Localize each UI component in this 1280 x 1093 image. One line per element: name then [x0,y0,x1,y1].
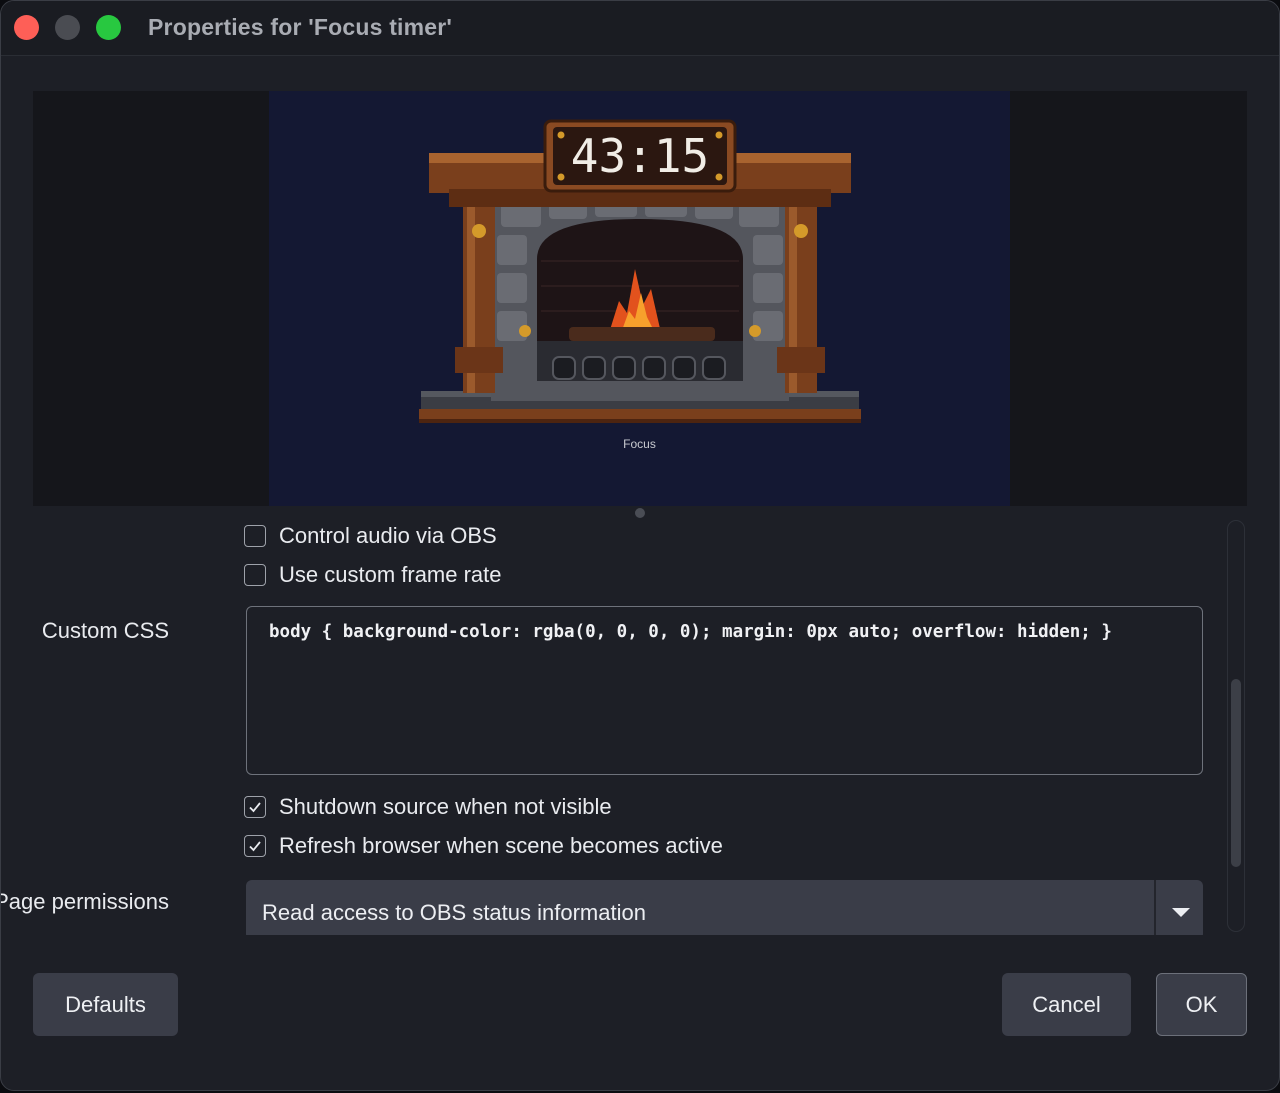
window-title: Properties for 'Focus timer' [148,14,453,40]
defaults-button[interactable]: Defaults [33,973,178,1036]
properties-scrollbar-thumb[interactable] [1231,679,1241,867]
timer-display: 43:15 [570,129,710,183]
preview-splitter-handle[interactable] [635,508,645,518]
checkmark-icon [249,802,261,813]
control-audio-row[interactable]: Control audio via OBS [244,522,497,550]
refresh-browser-label: Refresh browser when scene becomes activ… [279,833,723,858]
select-divider [1154,880,1156,935]
properties-panel: Control audio via OBS Use custom frame r… [1,519,1221,935]
close-window-button[interactable] [14,15,39,40]
control-audio-checkbox[interactable] [244,525,266,547]
custom-frame-rate-checkbox[interactable] [244,564,266,586]
preview-canvas: 43:15 Focus [269,91,1010,506]
properties-dialog: Properties for 'Focus timer' 43:15 Focus… [0,0,1280,1091]
control-audio-label: Control audio via OBS [279,523,497,548]
custom-css-textarea[interactable]: body { background-color: rgba(0, 0, 0, 0… [246,606,1203,775]
minimize-window-button[interactable] [55,15,80,40]
custom-frame-rate-row[interactable]: Use custom frame rate [244,561,502,589]
custom-css-label: Custom CSS [41,618,169,643]
shutdown-source-row[interactable]: Shutdown source when not visible [244,793,612,821]
shutdown-source-label: Shutdown source when not visible [279,794,612,819]
preview-caption: Focus [623,437,656,451]
maximize-window-button[interactable] [96,15,121,40]
source-preview: 43:15 Focus [33,91,1247,506]
cancel-button[interactable]: Cancel [1002,973,1131,1036]
refresh-browser-row[interactable]: Refresh browser when scene becomes activ… [244,832,723,860]
custom-frame-rate-label: Use custom frame rate [279,562,502,587]
page-permissions-value: Read access to OBS status information [262,900,646,925]
title-bar: Properties for 'Focus timer' [1,1,1279,56]
checkmark-icon [249,841,261,852]
refresh-browser-checkbox[interactable] [244,835,266,857]
shutdown-source-checkbox[interactable] [244,796,266,818]
ok-button[interactable]: OK [1156,973,1247,1036]
page-permissions-label: Page permissions [1,889,169,914]
page-permissions-select[interactable]: Read access to OBS status information [246,880,1203,935]
chevron-down-icon[interactable] [1172,908,1190,917]
